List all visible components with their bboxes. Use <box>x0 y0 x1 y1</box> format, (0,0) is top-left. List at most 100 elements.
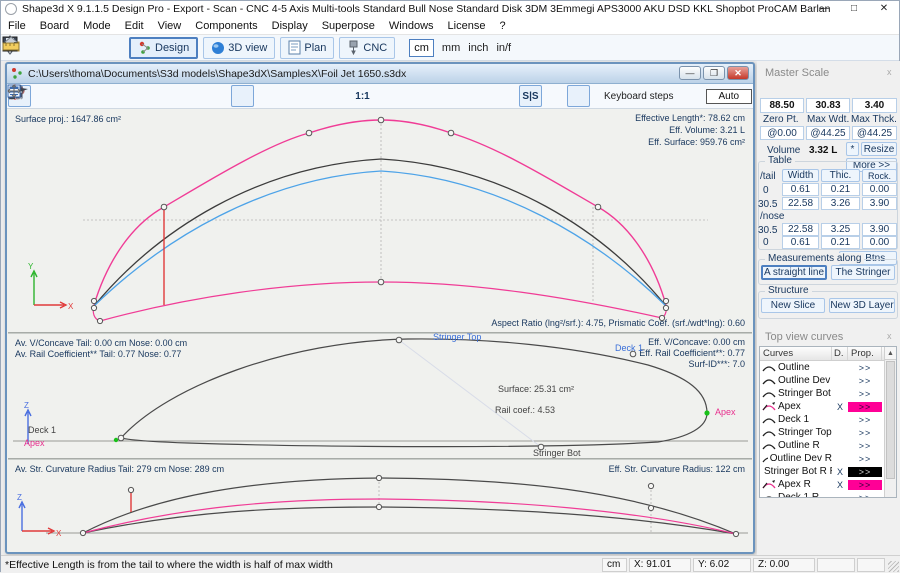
curve-name[interactable]: Stringer Top <box>760 427 832 438</box>
d-column-header[interactable]: D. <box>832 347 848 360</box>
curve-row[interactable]: Deck 1 >> <box>760 413 896 426</box>
paste-tool-icon[interactable] <box>152 85 175 107</box>
curve-name[interactable]: Apex R <box>760 479 832 490</box>
rocker-control-points[interactable] <box>80 475 738 536</box>
unit-cm-selected[interactable]: cm <box>409 39 434 57</box>
row1-thic[interactable]: 0.21 <box>821 183 860 196</box>
scroll-thumb[interactable] <box>886 361 895 479</box>
rocker-view-icon[interactable] <box>255 85 278 107</box>
document-titlebar[interactable]: C:\Users\thoma\Documents\S3d models\Shap… <box>7 64 753 84</box>
max-thck-at-value[interactable]: @44.25 <box>852 126 897 140</box>
window-maximize-button[interactable]: □ <box>839 1 869 17</box>
top-view-panel[interactable]: Y X <box>8 109 752 332</box>
row4-rock[interactable]: 0.00 <box>862 236 897 249</box>
star-button[interactable]: * <box>846 142 859 156</box>
curve-prop-button[interactable]: >> <box>848 428 882 438</box>
curve-prop-button[interactable]: >> <box>848 493 882 499</box>
curve-prop-button[interactable]: >> <box>848 454 882 464</box>
menu-file[interactable]: File <box>1 20 33 32</box>
menu-edit[interactable]: Edit <box>118 20 151 32</box>
crosshair-icon[interactable] <box>447 85 470 107</box>
row1-width[interactable]: 0.61 <box>782 183 819 196</box>
menu-windows[interactable]: Windows <box>382 20 441 32</box>
curve-name[interactable]: Apex <box>760 401 832 412</box>
max-wdt-at-value[interactable]: @44.25 <box>806 126 850 140</box>
guidelines-icon[interactable] <box>399 85 422 107</box>
pen-tool-icon[interactable] <box>104 85 127 107</box>
document-close-button[interactable]: ✕ <box>727 66 749 80</box>
zoom-window-tool-icon[interactable] <box>80 85 103 107</box>
unit-inch[interactable]: inch <box>468 42 488 54</box>
menu-help[interactable]: ? <box>492 20 512 32</box>
new-slice-button[interactable]: New Slice <box>761 298 825 313</box>
curves-panel-close-icon[interactable]: x <box>887 331 892 341</box>
curve-row[interactable]: ApexX>> <box>760 400 896 413</box>
curve-row[interactable]: Outline>> <box>760 361 896 374</box>
sections-icon[interactable]: S|S <box>519 85 542 107</box>
fin-icon[interactable] <box>495 85 518 107</box>
curve-name[interactable]: Stringer Bot <box>760 388 832 399</box>
thickness-view-icon[interactable] <box>279 85 302 107</box>
zero-pt-value[interactable]: @0.00 <box>760 126 804 140</box>
undo-icon[interactable] <box>176 85 199 107</box>
row3-thic[interactable]: 3.25 <box>821 223 860 236</box>
curve-prop-button[interactable]: >> <box>848 415 882 425</box>
thic-str-column-button[interactable]: Thic. Str <box>821 169 860 182</box>
auto-button[interactable]: Auto <box>706 89 753 104</box>
curve-row[interactable]: Stringer Top >> <box>760 426 896 439</box>
curve-prop-button[interactable]: >> <box>848 441 882 451</box>
board-side-icon[interactable] <box>471 85 494 107</box>
row3-width[interactable]: 22.58 <box>782 223 819 236</box>
curve-name[interactable]: Outline Dev R <box>760 453 832 464</box>
curve-row[interactable]: Deck 1 R>> <box>760 491 896 498</box>
select-points-tool-icon[interactable] <box>32 85 55 107</box>
apex-origin-green[interactable] <box>114 438 118 442</box>
new-3d-layer-button[interactable]: New 3D Layer <box>829 298 895 313</box>
redo-icon[interactable] <box>200 85 223 107</box>
curve-row[interactable]: Stringer Bot R RX>> <box>760 465 896 478</box>
length-value[interactable]: 88.50 <box>760 98 804 113</box>
max-width-value[interactable]: 30.83 <box>806 98 850 113</box>
curve-name[interactable]: Deck 1 <box>760 414 832 425</box>
copy-tool-icon[interactable] <box>128 85 151 107</box>
properties-panel-icon[interactable] <box>567 85 590 107</box>
bottom-rocker-curve[interactable] <box>83 507 736 534</box>
curve-prop-button[interactable]: >> <box>848 480 882 490</box>
straight-line-button[interactable]: A straight line <box>761 265 827 280</box>
document-restore-button[interactable]: ❐ <box>703 66 725 80</box>
curve-d-flag[interactable]: X <box>832 480 848 490</box>
curve-d-flag[interactable]: X <box>832 402 848 412</box>
row4-width[interactable]: 0.61 <box>782 236 819 249</box>
save-file-icon[interactable] <box>55 37 79 59</box>
curves-scrollbar[interactable]: ▲ <box>884 347 896 497</box>
curve-prop-button[interactable]: >> <box>848 389 882 399</box>
colors-icon[interactable] <box>543 85 566 107</box>
grid-icon[interactable] <box>375 85 398 107</box>
apex-curve[interactable] <box>100 282 662 321</box>
document-minimize-button[interactable]: — <box>679 66 701 80</box>
open-file-icon[interactable] <box>29 37 53 59</box>
zoom-tool-icon[interactable] <box>56 85 79 107</box>
the-stringer-button[interactable]: The Stringer <box>831 265 895 280</box>
curve-d-flag[interactable]: X <box>832 467 848 477</box>
curve-name[interactable]: Outline R <box>760 440 832 451</box>
resize-grip[interactable] <box>888 561 899 572</box>
menu-superpose[interactable]: Superpose <box>315 20 382 32</box>
scale-1to1-icon[interactable]: 1:1 <box>351 85 374 107</box>
deck-view-icon[interactable] <box>303 85 326 107</box>
window-close-button[interactable]: ✕ <box>869 1 899 17</box>
curve-row[interactable]: Outline Dev>> <box>760 374 896 387</box>
outline-curve[interactable] <box>94 120 666 305</box>
apex-point-green[interactable] <box>704 410 709 415</box>
row2-width[interactable]: 22.58 <box>782 197 819 210</box>
curve-name[interactable]: Stringer Bot R R <box>760 466 832 477</box>
rock-str-column-button[interactable]: Rock. Str <box>862 169 897 182</box>
measure-percent-icon[interactable] <box>423 85 446 107</box>
curve-row[interactable]: Apex RX>> <box>760 478 896 491</box>
width-column-button[interactable]: Width <box>782 169 819 182</box>
master-scale-close-icon[interactable]: x <box>887 67 892 77</box>
curve-row[interactable]: Outline Dev R >> <box>760 452 896 465</box>
design-mode-button[interactable]: Design <box>129 37 198 59</box>
curve-prop-button[interactable]: >> <box>848 376 882 386</box>
curve-prop-button[interactable]: >> <box>848 467 882 477</box>
